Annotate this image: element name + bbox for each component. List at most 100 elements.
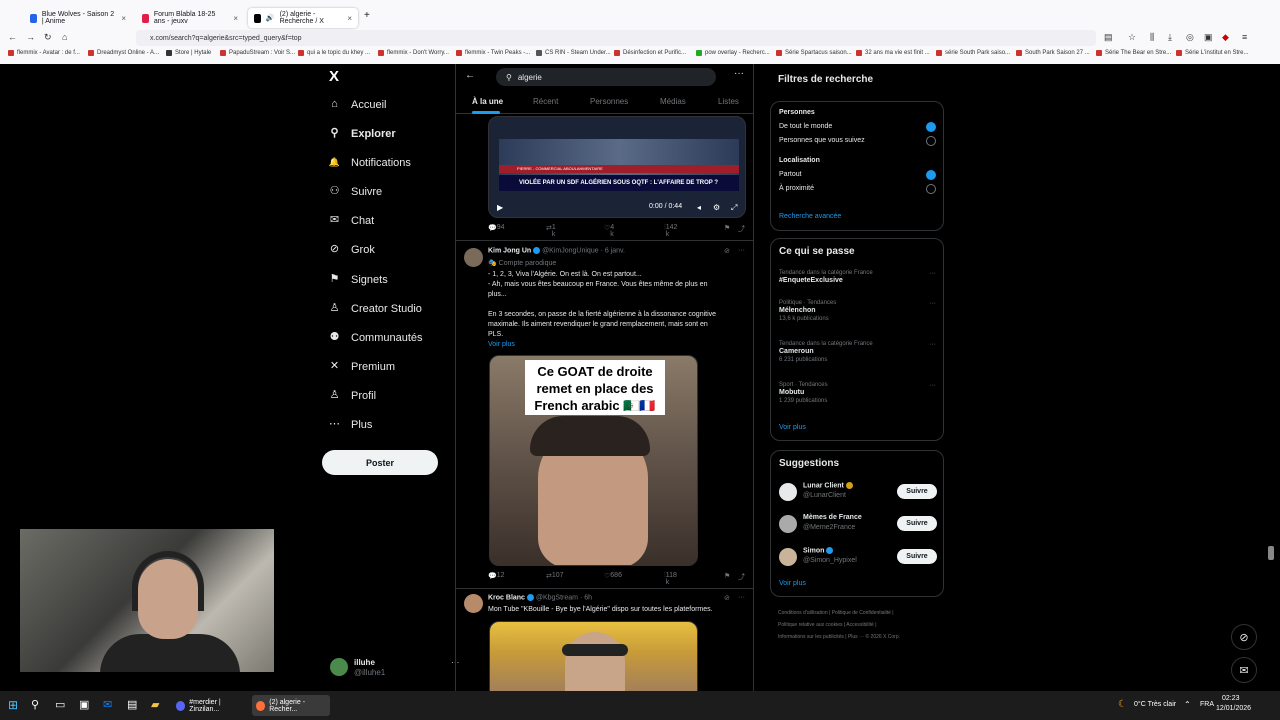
nav-item-profile[interactable]: ♙ Profil xyxy=(328,389,377,402)
windows-start-icon[interactable]: ⊞ xyxy=(8,698,18,712)
clock-date[interactable]: 12/01/2026 xyxy=(1216,705,1251,712)
author-name[interactable]: Kim Jong Un xyxy=(488,247,531,254)
account-switcher[interactable]: illuhe @illuhe1 ··· xyxy=(330,658,459,677)
radio-nearby[interactable] xyxy=(926,184,936,194)
bookmark-item[interactable]: Série L'institut en Stre... xyxy=(1176,50,1249,56)
retweet-button[interactable]: ⇄ 1 k xyxy=(546,224,556,238)
weather-text[interactable]: 0°C Très clair xyxy=(1134,701,1176,708)
filter-option-nearby[interactable]: À proximité xyxy=(779,185,814,192)
taskbar-app-discord[interactable]: #merdier | Zinzilan... xyxy=(172,695,248,716)
bookmark-item[interactable]: Store | Hytale xyxy=(166,50,211,56)
new-tab-icon[interactable]: + xyxy=(364,10,370,21)
bookmark-item[interactable]: PapaduStream : Voir S... xyxy=(220,50,295,56)
bookmark-item[interactable]: Série The Bear en Stre... xyxy=(1096,50,1171,56)
url-bar[interactable]: x.com/search?q=algerie&src=typed_query&f… xyxy=(136,30,1096,46)
reload-icon[interactable]: ↻ xyxy=(44,32,52,43)
nav-item-grok[interactable]: ⊘ Grok xyxy=(328,243,375,256)
avatar[interactable] xyxy=(464,248,483,267)
nav-item-communities[interactable]: ⚉ Communautés xyxy=(328,331,423,344)
grok-icon[interactable]: ⊘ xyxy=(724,594,730,602)
nav-item-bookmarks[interactable]: ⚑ Signets xyxy=(328,273,388,286)
filter-option-everyone[interactable]: De tout le monde xyxy=(779,123,832,130)
tab-media[interactable]: Médias xyxy=(660,97,686,106)
follow-button[interactable]: Suivre xyxy=(897,516,937,531)
close-tab-icon[interactable]: × xyxy=(347,14,352,23)
trend-item[interactable]: Tendance dans la catégorie France Camero… xyxy=(779,341,939,363)
browser-tab-2[interactable]: Forum Blabla 18-25 ans - jeuxv × xyxy=(136,8,244,28)
mail-icon[interactable]: ✉ xyxy=(103,698,112,711)
footer-link[interactable]: Informations sur les publicités xyxy=(778,634,844,640)
more-icon[interactable]: ··· xyxy=(738,594,745,601)
footer-link[interactable]: Plus ··· xyxy=(848,634,864,640)
store-icon[interactable]: ▣ xyxy=(79,698,89,711)
like-button[interactable]: ♡ 4 k xyxy=(604,224,614,238)
footer-link[interactable]: Conditions d'utilisation xyxy=(778,610,828,616)
share-icon[interactable]: ⤴ xyxy=(738,224,745,234)
x-logo[interactable]: X xyxy=(329,68,339,85)
more-icon[interactable]: ··· xyxy=(738,247,745,254)
close-tab-icon[interactable]: × xyxy=(121,14,126,23)
bookmark-item[interactable]: flemmix - Don't Worry... xyxy=(378,50,449,56)
clock-time[interactable]: 02:23 xyxy=(1222,695,1240,702)
nav-item-notifications[interactable]: 🔔 Notifications xyxy=(328,156,411,169)
tab-latest[interactable]: Récent xyxy=(533,97,558,106)
tweet-date[interactable]: 6h xyxy=(584,594,592,601)
settings-gear-icon[interactable]: ⚙ xyxy=(713,203,720,212)
back-arrow-icon[interactable]: ← xyxy=(465,70,475,81)
volume-icon[interactable]: ◂ xyxy=(697,203,701,212)
browser-tab-3[interactable]: 🔊 (2) algerie - Recherche / X × xyxy=(248,8,358,28)
browser-tab-1[interactable]: Blue Wolves - Saison 2 | Anime × xyxy=(24,8,132,28)
taskbar-app-firefox[interactable]: (2) algerie - Recher... xyxy=(252,695,330,716)
extension-icon[interactable]: ▣ xyxy=(1204,32,1213,43)
bookmark-icon[interactable]: ⚑ xyxy=(724,572,730,580)
trend-item[interactable]: Politique · Tendances Mélenchon 13,6 k p… xyxy=(779,300,939,322)
scrollbar-thumb[interactable] xyxy=(1268,546,1274,560)
bookmark-item[interactable]: South Park Saison 27 ... xyxy=(1016,50,1090,56)
bookmark-item[interactable]: pow overlay - Recherc... xyxy=(696,50,770,56)
show-more-trends-link[interactable]: Voir plus xyxy=(779,424,806,431)
tweet-date[interactable]: 6 janv. xyxy=(605,247,625,254)
more-icon[interactable]: ··· xyxy=(929,300,936,307)
footer-link[interactable]: Politique relative aux cookies xyxy=(778,622,842,628)
more-icon[interactable]: ··· xyxy=(734,68,744,79)
account-icon[interactable]: ◎ xyxy=(1186,32,1194,43)
like-button[interactable]: ♡ 686 xyxy=(604,572,622,580)
bookmark-item[interactable]: qui a le topic du khey ... xyxy=(298,50,370,56)
trend-item[interactable]: Tendance dans la catégorie France #Enque… xyxy=(779,270,939,284)
grok-fab-icon[interactable]: ⊘ xyxy=(1231,624,1257,650)
footer-link[interactable]: Accessibilité xyxy=(846,622,874,628)
tray-chevron-icon[interactable]: ⌃ xyxy=(1184,700,1191,709)
reader-icon[interactable]: ▤ xyxy=(1104,32,1113,43)
extension-icon[interactable]: ◆ xyxy=(1222,32,1229,43)
nav-item-home[interactable]: ⌂ Accueil xyxy=(328,98,386,111)
back-icon[interactable]: ← xyxy=(8,32,17,42)
home-icon[interactable]: ⌂ xyxy=(62,32,67,42)
trend-item[interactable]: Sport · Tendances Mobutu 1 239 publicati… xyxy=(779,382,939,404)
reply-button[interactable]: 💬 12 xyxy=(488,572,505,580)
views-count[interactable]: ⫶ 142 k xyxy=(664,224,677,238)
bookmark-item[interactable]: série South Park saiso... xyxy=(936,50,1010,56)
nav-item-creator-studio[interactable]: ♙ Creator Studio xyxy=(328,302,422,315)
menu-icon[interactable]: ≡ xyxy=(1242,32,1247,42)
views-count[interactable]: ⫶ 118 k xyxy=(664,572,677,586)
bookmark-item[interactable]: Dreadmyst Online - A... xyxy=(88,50,159,56)
tab-lists[interactable]: Listes xyxy=(718,97,739,106)
play-icon[interactable]: ▶ xyxy=(497,203,503,212)
task-view-icon[interactable]: ▭ xyxy=(55,698,65,711)
radio-following[interactable] xyxy=(926,136,936,146)
avatar[interactable] xyxy=(464,594,483,613)
nav-item-chat[interactable]: ✉ Chat xyxy=(328,214,374,227)
share-icon[interactable]: ⤴ xyxy=(738,572,745,582)
bookmark-item[interactable]: 32 ans ma vie est finit ... xyxy=(856,50,930,56)
reply-button[interactable]: 💬 94 xyxy=(488,224,505,232)
fullscreen-icon[interactable]: ⤢ xyxy=(731,203,737,213)
post-button[interactable]: Poster xyxy=(322,450,438,475)
show-more-link[interactable]: Voir plus xyxy=(488,341,515,348)
forward-icon[interactable]: → xyxy=(26,32,35,42)
bookmark-item[interactable]: flemmix - Twin Peaks -... xyxy=(456,50,530,56)
filter-option-anywhere[interactable]: Partout xyxy=(779,171,802,178)
search-icon[interactable]: ⚲ xyxy=(31,698,39,711)
tweet-image[interactable]: Ce GOAT de droite remet en place des Fre… xyxy=(489,355,698,566)
more-icon[interactable]: ··· xyxy=(929,341,936,348)
footer-link[interactable]: Politique de Confidentialité xyxy=(832,610,891,616)
